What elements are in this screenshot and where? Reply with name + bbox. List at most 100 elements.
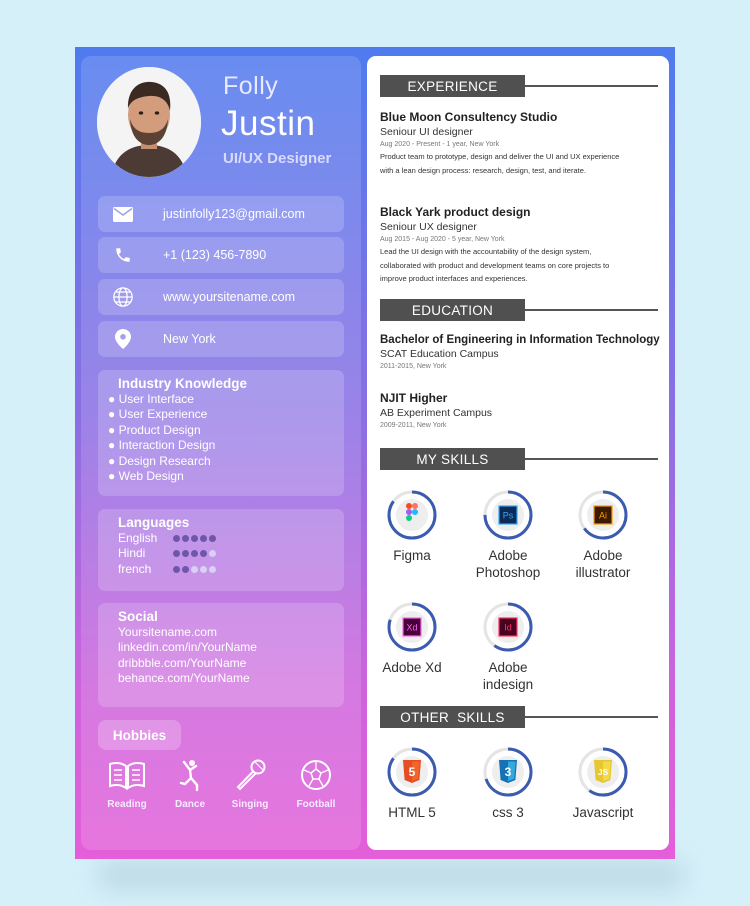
- contact-location-text: New York: [163, 332, 216, 346]
- skill-ring: Id: [482, 601, 534, 653]
- skill-name: Adobe Photoshop: [475, 548, 541, 580]
- level-dot: [191, 550, 198, 558]
- skill-html5: 5 HTML 5: [372, 746, 452, 821]
- skill-name: Javascript: [572, 805, 634, 820]
- industry-item: ● Web Design: [108, 469, 184, 484]
- skill-ring: Ai: [577, 489, 629, 541]
- skill-name: Adobe Xd: [382, 660, 442, 675]
- contact-phone-text: +1 (123) 456-7890: [163, 248, 267, 262]
- hobby-label: Reading: [107, 799, 147, 810]
- svg-text:Xd: Xd: [406, 623, 417, 633]
- social-link[interactable]: linkedin.com/in/YourName: [118, 640, 344, 655]
- industry-item: ● User Experience: [108, 407, 208, 422]
- skill-ring: JS: [577, 746, 629, 798]
- contact-website[interactable]: www.yoursitename.com: [98, 279, 344, 315]
- contact-location[interactable]: New York: [98, 321, 344, 357]
- other-skills-title: OTHER SKILLS: [380, 706, 525, 728]
- level-dot: [200, 535, 207, 542]
- job-dates: Aug 2020 - Present - 1 year, New York: [380, 141, 500, 148]
- language-row: french: [118, 562, 344, 577]
- heading-rule: [525, 309, 658, 311]
- javascript-icon: JS: [578, 747, 628, 797]
- xd-icon: Xd: [387, 602, 437, 652]
- level-dot: [200, 550, 207, 558]
- education-dates: 2009-2011, New York: [380, 422, 447, 429]
- profile-photo: [97, 67, 201, 177]
- figma-icon: [387, 490, 437, 540]
- skill-name: Figma: [393, 548, 431, 563]
- phone-icon: [98, 246, 148, 264]
- job-role: UI/UX Designer: [223, 150, 332, 167]
- education-school: AB Experiment Campus: [380, 407, 493, 419]
- hobby-label: Singing: [231, 799, 269, 810]
- hobby-label: Dance: [174, 799, 205, 810]
- job-company: Black Yark product design: [380, 205, 531, 219]
- experience-entry: Blue Moon Consultency Studio Seniour UI …: [380, 110, 660, 177]
- industry-item: ● Interaction Design: [108, 438, 216, 453]
- language-level-dots: [173, 546, 218, 561]
- social-link[interactable]: behance.com/YourName: [118, 671, 344, 686]
- first-name: Folly: [223, 72, 279, 100]
- hobby-dance: Dance: [160, 758, 220, 810]
- illustrator-icon: Ai: [578, 490, 628, 540]
- hobby-label: Football: [296, 799, 336, 810]
- job-position: Seniour UI designer: [380, 126, 473, 138]
- other-skills-heading: OTHER SKILLS: [380, 706, 658, 728]
- contact-phone[interactable]: +1 (123) 456-7890: [98, 237, 344, 273]
- html5-icon: 5: [387, 747, 437, 797]
- level-dot: [200, 565, 207, 573]
- globe-icon: [98, 286, 148, 308]
- industry-knowledge-box: Industry Knowledge ● User Interface ● Us…: [98, 370, 344, 496]
- skills-title: MY SKILLS: [380, 448, 525, 470]
- hobbies-title: Hobbies: [98, 720, 181, 750]
- contact-website-text: www.yoursitename.com: [163, 290, 295, 304]
- job-description: Product team to prototype, design and de…: [380, 152, 620, 175]
- hobby-reading: Reading: [97, 758, 157, 810]
- language-level-dots: [173, 531, 218, 546]
- experience-entry: Black Yark product design Seniour UX des…: [380, 205, 660, 286]
- skill-javascript: JS Javascript: [563, 746, 643, 821]
- skill-name: Adobe illustrator: [575, 548, 631, 580]
- level-dot: [191, 535, 198, 542]
- industry-item: ● Product Design: [108, 422, 201, 437]
- skill-indesign: Id Adobe indesign: [468, 601, 548, 693]
- level-dot: [209, 550, 216, 558]
- skill-css3: 3 css 3: [468, 746, 548, 821]
- last-name: Justin: [221, 104, 316, 143]
- education-degree: NJIT Higher: [380, 391, 448, 405]
- level-dot: [191, 565, 198, 573]
- job-company: Blue Moon Consultency Studio: [380, 110, 558, 124]
- job-dates: Aug 2015 - Aug 2020 - 5 year, New York: [380, 236, 505, 243]
- skill-ring: Ps: [482, 489, 534, 541]
- css3-icon: 3: [483, 747, 533, 797]
- social-link[interactable]: dribbble.com/YourName: [118, 656, 344, 671]
- language-name: English: [118, 531, 158, 545]
- book-icon: [109, 761, 145, 790]
- level-dot: [182, 565, 189, 573]
- indesign-icon: Id: [483, 602, 533, 652]
- experience-title: EXPERIENCE: [380, 75, 525, 97]
- svg-text:JS: JS: [598, 767, 609, 777]
- skill-illustrator: Ai Adobe illustrator: [563, 489, 643, 581]
- industry-knowledge-title: Industry Knowledge: [118, 376, 248, 391]
- language-row: English: [118, 531, 344, 546]
- svg-text:Ps: Ps: [503, 511, 514, 521]
- level-dot: [182, 535, 189, 542]
- level-dot: [209, 535, 216, 542]
- job-position: Seniour UX designer: [380, 221, 477, 233]
- level-dot: [182, 550, 189, 558]
- education-heading: EDUCATION: [380, 299, 658, 321]
- languages-title: Languages: [118, 515, 190, 530]
- contact-email[interactable]: justinfolly123@gmail.com: [98, 196, 344, 232]
- svg-text:Ai: Ai: [599, 511, 607, 521]
- skill-ring: 5: [386, 746, 438, 798]
- hobby-singing: Singing: [220, 758, 280, 810]
- contact-email-text: justinfolly123@gmail.com: [163, 207, 305, 221]
- education-degree: Bachelor of Engineering in Information T…: [380, 334, 660, 346]
- social-link[interactable]: Yoursitename.com: [118, 625, 344, 640]
- language-row: Hindi: [118, 546, 344, 561]
- level-dot: [173, 535, 180, 542]
- social-title: Social: [118, 609, 158, 624]
- dance-icon: [179, 760, 199, 792]
- svg-text:3: 3: [505, 765, 512, 779]
